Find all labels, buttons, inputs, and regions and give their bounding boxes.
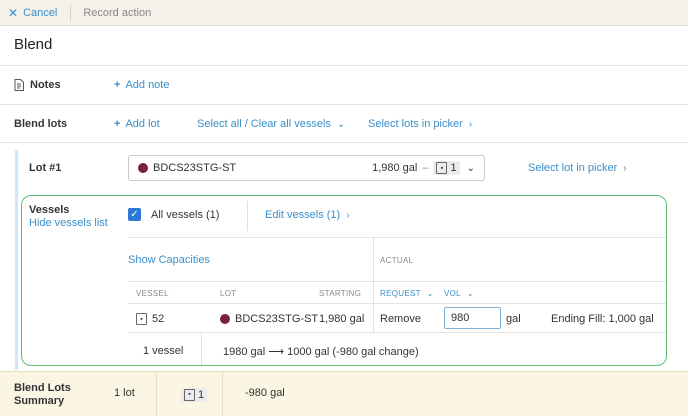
volume-input[interactable]: 980 (444, 307, 501, 329)
lot-dash: – (422, 162, 429, 174)
summary-change: -980 gal (245, 387, 285, 399)
plus-icon: + (114, 118, 121, 130)
page-title: Blend (14, 36, 53, 53)
volume-unit: gal (506, 313, 521, 325)
vessel-icon: ▪ (136, 313, 147, 325)
lot-label: Lot #1 (29, 162, 62, 174)
edit-vessels-label: Edit vessels (1) (265, 209, 341, 221)
chevron-down-icon: ⌄ (336, 119, 346, 130)
select-lots-in-picker-link[interactable]: Select lots in picker › (368, 118, 472, 130)
divider (201, 332, 202, 365)
plus-icon: + (114, 79, 121, 91)
lot-section-indicator (15, 150, 18, 370)
lot-column-header: LOT (220, 289, 237, 298)
cancel-label: Cancel (23, 6, 58, 19)
to-volume: 1000 gal (-980 gal change) (287, 346, 419, 358)
request-column-dropdown[interactable]: REQUEST ⌄ (380, 289, 434, 298)
record-action-label: Record action (83, 6, 152, 19)
table-row-vessel: ▪ 52 (136, 313, 164, 325)
divider (128, 281, 666, 282)
select-lot-in-picker-link[interactable]: Select lot in picker › (528, 162, 627, 174)
divider (128, 237, 666, 238)
summary-lot-count: 1 lot (114, 387, 135, 399)
select-clear-label: Select all / Clear all vessels (197, 118, 331, 130)
vessels-label: Vessels (29, 204, 70, 216)
add-note-link[interactable]: + Add note (114, 79, 169, 91)
summary-vessel-count: 1 (198, 388, 205, 401)
divider (0, 142, 688, 143)
chevron-right-icon: › (623, 163, 627, 174)
ending-fill: Ending Fill: 1,000 gal (551, 313, 654, 325)
select-clear-vessels-dropdown[interactable]: Select all / Clear all vessels ⌄ (197, 118, 345, 130)
divider (128, 332, 666, 333)
lot-color-dot (138, 163, 148, 173)
actual-header: ACTUAL (380, 256, 414, 265)
request-value: Remove (380, 313, 421, 325)
divider (222, 372, 223, 416)
edit-vessels-link[interactable]: Edit vessels (1) › (265, 209, 350, 221)
from-volume: 1980 gal (223, 346, 266, 358)
chevron-right-icon: › (346, 210, 350, 221)
divider (0, 65, 688, 66)
lot-code: BDCS23STG-ST (153, 162, 237, 174)
cancel-button[interactable]: ✕ Cancel (0, 0, 57, 26)
vol-column-dropdown[interactable]: VOL ⌄ (444, 289, 474, 298)
vessel-number: 52 (152, 313, 165, 325)
show-capacities-link[interactable]: Show Capacities (128, 254, 210, 266)
check-icon: ✓ (130, 209, 139, 220)
divider (373, 237, 374, 332)
summary-vessel-badge: ▪ 1 (181, 387, 208, 402)
chevron-down-icon: ⌄ (466, 162, 475, 174)
lot-color-dot (220, 314, 230, 324)
vessel-count: 1 (450, 162, 457, 174)
starting-column-header: STARTING (319, 289, 362, 298)
divider (0, 104, 688, 105)
divider (247, 201, 248, 231)
notes-label: Notes (30, 79, 61, 91)
blend-lots-summary: Blend Lots Summary 1 lot ▪ 1 -980 gal (0, 371, 688, 416)
chevron-down-icon: ⌄ (426, 289, 434, 298)
blend-lots-label: Blend lots (14, 118, 68, 130)
vessel-count-badge: ▪ 1 (181, 387, 208, 402)
arrow-right-icon: ⟶ (268, 346, 285, 358)
row-lot-code: BDCS23STG-ST (235, 313, 319, 325)
vessel-count-badge: ▪ 1 (433, 161, 460, 175)
close-icon: ✕ (8, 5, 19, 20)
chevron-right-icon: › (468, 119, 473, 130)
volume-value: 980 (451, 312, 470, 324)
add-note-label: Add note (125, 79, 170, 91)
hide-vessels-list-link[interactable]: Hide vessels list (29, 217, 108, 229)
vol-header-label: VOL (444, 289, 461, 298)
document-icon (14, 79, 24, 91)
select-picker-label: Select lots in picker (368, 118, 463, 130)
all-vessels-checkbox[interactable]: ✓ (128, 208, 141, 221)
select-lot-picker-label: Select lot in picker (528, 162, 618, 174)
add-lot-link[interactable]: + Add lot (114, 118, 160, 130)
starting-value: 1,980 gal (319, 313, 365, 325)
lot-select[interactable]: BDCS23STG-ST 1,980 gal – ▪ 1 ⌄ (128, 155, 485, 181)
vessel-column-header: VESSEL (136, 289, 169, 298)
summary-label: Blend Lots Summary (14, 382, 71, 407)
vessel-icon: ▪ (436, 162, 448, 174)
divider (128, 303, 666, 304)
lot-volume: 1,980 gal (372, 162, 418, 174)
table-row-lot: BDCS23STG-ST (220, 313, 318, 325)
notes-row: Notes (14, 79, 61, 91)
all-vessels-label: All vessels (1) (151, 209, 220, 221)
vessel-icon: ▪ (184, 388, 195, 401)
request-header-label: REQUEST (380, 289, 421, 298)
top-bar: ✕ Cancel Record action (0, 0, 688, 26)
volume-change-summary: 1980 gal ⟶ 1000 gal (-980 gal change) (223, 345, 419, 358)
divider (70, 4, 72, 21)
divider (156, 372, 157, 416)
vessel-count-summary: 1 vessel (143, 345, 184, 357)
add-lot-label: Add lot (125, 118, 160, 130)
chevron-down-icon: ⌄ (466, 289, 474, 298)
